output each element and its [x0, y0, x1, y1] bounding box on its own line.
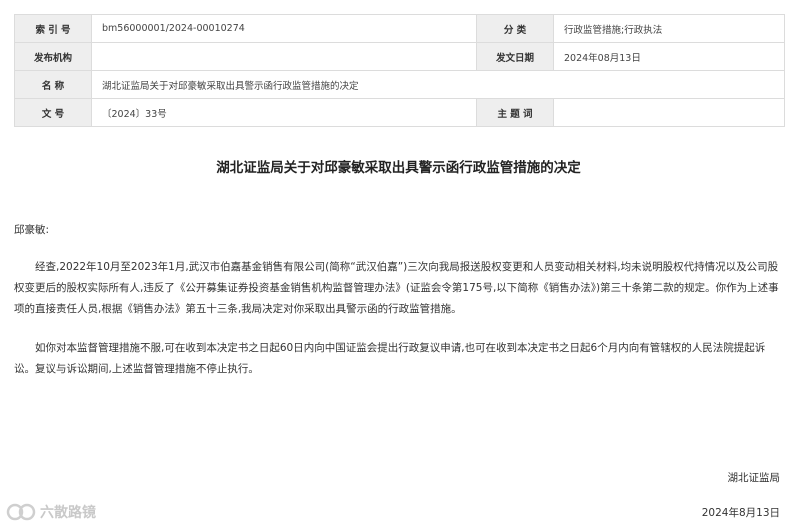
index-label: 索 引 号 [14, 14, 92, 43]
paragraph-findings: 经查,2022年10月至2023年1月,武汉市伯嘉基金销售有限公司(简称“武汉伯… [14, 261, 779, 315]
subject-value [553, 98, 785, 127]
meta-row-issuer: 发布机构 发文日期 2024年08月13日 [14, 42, 785, 71]
doc-no-label: 文 号 [14, 98, 92, 127]
meta-row-name: 名 称 湖北证监局关于对邱豪敏采取出具警示函行政监管措施的决定 [14, 70, 785, 99]
paragraph-appeal-rights: 如你对本监督管理措施不服,可在收到本决定书之日起60日内向中国证监会提出行政复议… [14, 342, 766, 375]
watermark-text: 六散路镜 [40, 505, 96, 521]
index-value: bm56000001/2024-00010274 [91, 14, 477, 43]
meta-row-index: 索 引 号 bm56000001/2024-00010274 分 类 行政监管措… [14, 14, 785, 43]
watermark-logo-icon [6, 503, 36, 521]
document-title: 湖北证监局关于对邱豪敏采取出具警示函行政监管措施的决定 [216, 160, 581, 176]
issuer-label: 发布机构 [14, 42, 92, 71]
date-value: 2024年08月13日 [553, 42, 785, 71]
document-meta-table: 索 引 号 bm56000001/2024-00010274 分 类 行政监管措… [14, 14, 785, 127]
meta-row-docno: 文 号 〔2024〕33号 主 题 词 [14, 98, 785, 127]
name-label: 名 称 [14, 70, 92, 99]
category-value: 行政监管措施;行政执法 [553, 14, 785, 43]
subject-label: 主 题 词 [476, 98, 554, 127]
issuer-value [91, 42, 477, 71]
watermark: 六散路镜 [6, 502, 96, 522]
issuer-signature: 湖北证监局 [727, 472, 781, 484]
date-label: 发文日期 [476, 42, 554, 71]
name-value: 湖北证监局关于对邱豪敏采取出具警示函行政监管措施的决定 [91, 70, 785, 99]
issue-date: 2024年8月13日 [701, 507, 780, 519]
doc-no-value: 〔2024〕33号 [91, 98, 477, 127]
salutation: 邱豪敏: [14, 224, 50, 236]
category-label: 分 类 [476, 14, 554, 43]
